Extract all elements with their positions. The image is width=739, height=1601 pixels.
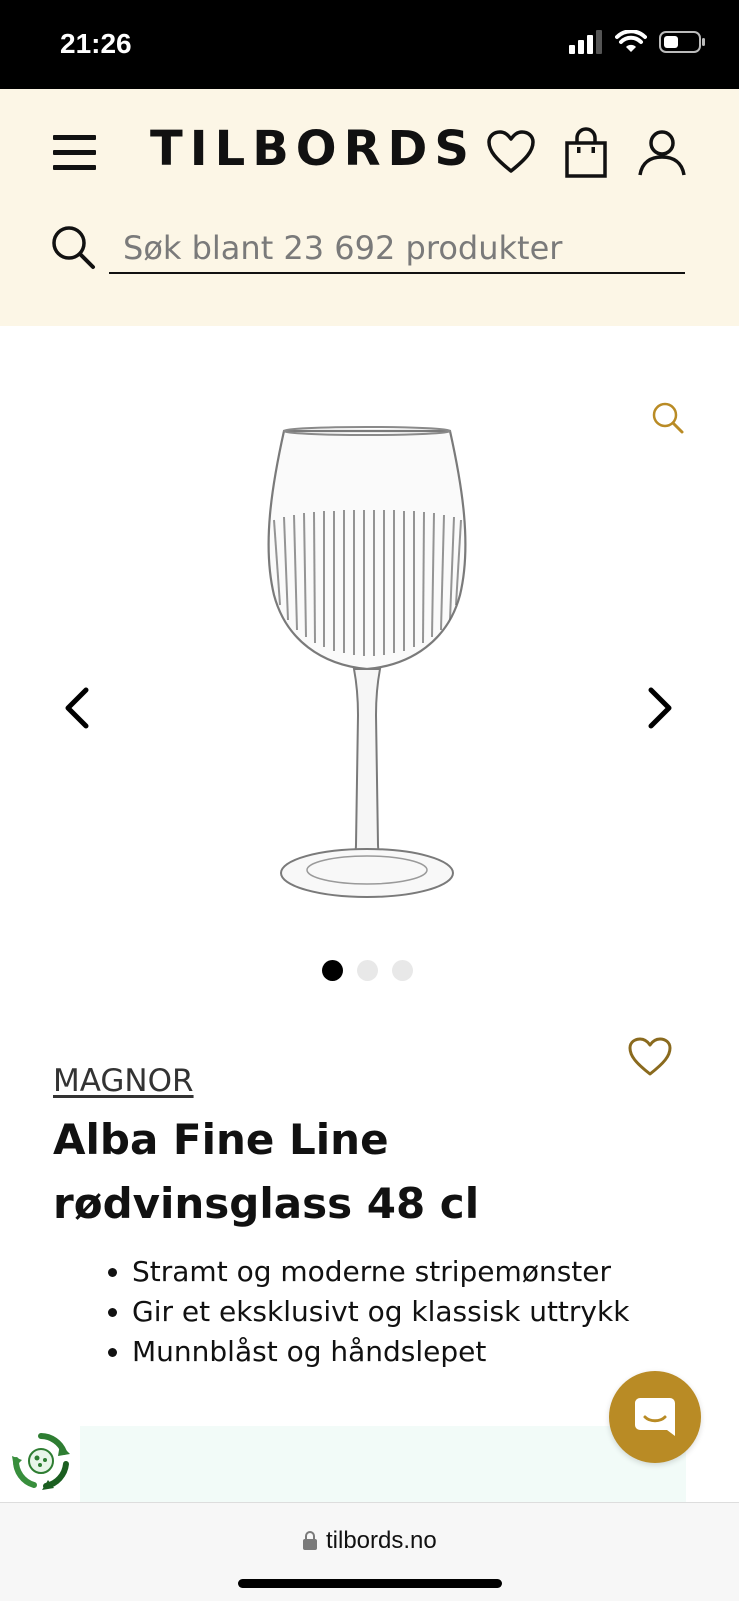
status-icons <box>569 30 707 54</box>
info-banner <box>80 1426 686 1502</box>
chat-button[interactable] <box>609 1371 701 1463</box>
pagination-dot-1[interactable] <box>322 960 343 981</box>
hamburger-icon[interactable] <box>53 135 96 171</box>
wifi-icon <box>615 30 647 52</box>
add-to-wishlist-heart-icon[interactable] <box>627 1036 673 1078</box>
product-features: Stramt og moderne stripemønster Gir et e… <box>80 1252 629 1372</box>
user-icon[interactable] <box>637 129 687 177</box>
status-bar: 21:26 <box>0 0 739 89</box>
pagination-dot-3[interactable] <box>392 960 413 981</box>
gallery-pagination <box>322 960 413 981</box>
zoom-icon[interactable] <box>651 401 685 435</box>
pagination-dot-2[interactable] <box>357 960 378 981</box>
feature-item: Gir et eksklusivt og klassisk uttrykk <box>132 1292 629 1332</box>
chevron-left-icon[interactable] <box>62 686 92 730</box>
product-image[interactable] <box>262 425 472 910</box>
search-bar <box>50 224 686 276</box>
heart-icon[interactable] <box>486 129 536 175</box>
url-text: tilbords.no <box>326 1527 437 1554</box>
feature-item: Stramt og moderne stripemønster <box>132 1252 629 1292</box>
home-indicator[interactable] <box>238 1579 502 1588</box>
search-input[interactable] <box>109 224 685 274</box>
battery-icon <box>659 31 705 53</box>
recycle-badge-icon <box>12 1433 70 1490</box>
status-time: 21:26 <box>60 28 132 59</box>
search-icon[interactable] <box>50 224 96 270</box>
browser-url-bar[interactable]: tilbords.no <box>0 1502 739 1601</box>
shopping-bag-icon[interactable] <box>564 127 608 179</box>
chevron-right-icon[interactable] <box>645 686 675 730</box>
chat-icon <box>635 1398 675 1436</box>
product-title: Alba Fine Line rødvinsglass 48 cl <box>53 1115 480 1228</box>
site-header: TILBORDS <box>0 89 739 326</box>
feature-item: Munnblåst og håndslepet <box>132 1332 629 1372</box>
product-brand-link[interactable]: MAGNOR <box>53 1063 194 1099</box>
signal-icon <box>569 30 602 54</box>
lock-icon <box>303 1531 317 1550</box>
site-logo[interactable]: TILBORDS <box>150 121 476 177</box>
eco-badge[interactable] <box>0 1422 78 1500</box>
